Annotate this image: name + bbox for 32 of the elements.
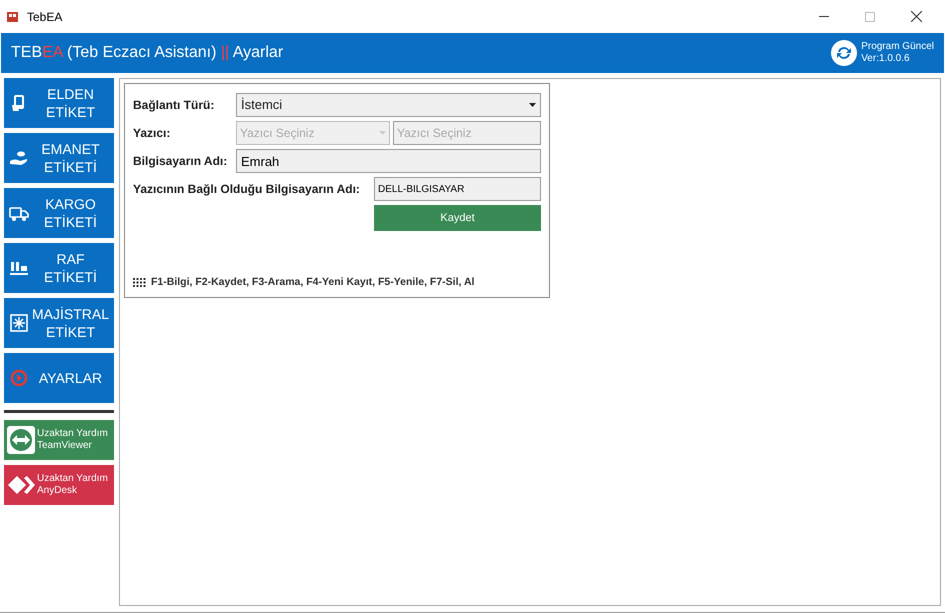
teamviewer-button[interactable]: Uzaktan Yardım TeamViewer <box>4 420 114 460</box>
host-name-field[interactable]: DELL-BILGISAYAR <box>374 177 541 201</box>
anydesk-button[interactable]: Uzaktan Yardım AnyDesk <box>4 465 114 505</box>
field-label: Yazıcı: <box>133 125 172 142</box>
maximize-icon <box>865 12 875 22</box>
page-title: TEBEA (Teb Eczacı Asistanı) || Ayarlar <box>11 43 284 63</box>
caret-icon <box>379 131 386 135</box>
minimize-icon <box>819 16 829 18</box>
update-status: Program Güncel <box>861 41 934 53</box>
nav-button[interactable]: KARGO ETİKETİ <box>4 188 114 238</box>
field-label: Bağlantı Türü: <box>133 97 216 114</box>
caret-icon <box>529 103 536 107</box>
app-icon <box>6 10 19 23</box>
grid-icon <box>9 313 29 333</box>
arrows-icon <box>7 426 35 454</box>
refresh-icon <box>831 40 858 66</box>
nav-button[interactable]: ELDEN ETİKET <box>4 78 114 128</box>
version-text: Ver:1.0.0.6 <box>861 53 911 65</box>
shortcuts-text: F1-Bilgi, F2-Kaydet, F3-Arama, F4-Yeni Kayıt, F5-Yenile, F7-Sil, Al <box>151 275 474 290</box>
computer-name-field[interactable]: Emrah <box>236 149 541 173</box>
connection-dropdown[interactable]: İstemci <box>236 93 541 117</box>
nav-button[interactable]: EMANET ETİKETİ <box>4 133 114 183</box>
gear-icon <box>9 368 29 388</box>
close-icon <box>910 11 922 22</box>
save-button[interactable]: Kaydet <box>374 205 541 231</box>
field-label: Bilgisayarın Adı: <box>133 153 228 170</box>
keypad-icon <box>133 278 147 288</box>
nav-button[interactable]: RAF ETİKETİ <box>4 243 114 293</box>
field-label: Yazıcının Bağlı Olduğu Bilgisayarın Adı: <box>133 181 361 198</box>
nav-button[interactable]: AYARLAR <box>4 353 114 403</box>
window-title: TebEA <box>27 8 62 26</box>
nav-button[interactable]: MAJİSTRAL ETİKET <box>4 298 114 348</box>
